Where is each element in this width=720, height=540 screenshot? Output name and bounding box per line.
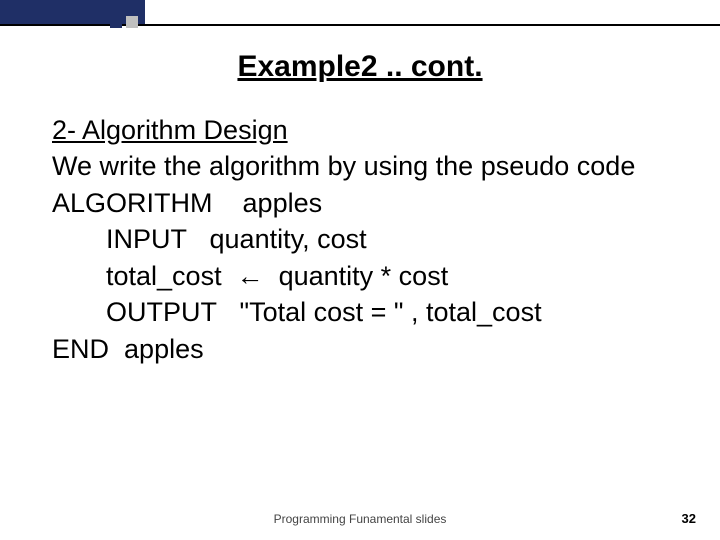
section-heading: 2- Algorithm Design	[52, 112, 672, 148]
slide: Example2 .. cont. 2- Algorithm Design We…	[0, 0, 720, 540]
output-keyword: OUTPUT	[106, 297, 217, 327]
square-icon	[110, 16, 122, 28]
pseudo-line-output: OUTPUT "Total cost = " , total_cost	[52, 294, 672, 330]
top-rule	[0, 24, 720, 26]
assign-rhs: quantity * cost	[279, 261, 449, 291]
pseudo-line-algorithm: ALGORITHM apples	[52, 185, 672, 221]
square-icon	[126, 16, 138, 28]
left-arrow-icon: ←	[237, 261, 264, 291]
input-keyword: INPUT	[106, 224, 187, 254]
algorithm-keyword: ALGORITHM	[52, 188, 213, 218]
assign-lhs: total_cost	[106, 261, 222, 291]
accent-bar	[0, 0, 145, 24]
end-keyword: END	[52, 334, 109, 364]
page-number: 32	[682, 511, 696, 526]
pseudo-line-assign: total_cost ← quantity * cost	[52, 258, 672, 294]
pseudo-line-end: END apples	[52, 331, 672, 367]
input-args: quantity, cost	[210, 224, 367, 254]
pseudo-line-input: INPUT quantity, cost	[52, 221, 672, 257]
footer-text: Programming Funamental slides	[0, 512, 720, 526]
end-name: apples	[124, 334, 204, 364]
intro-text: We write the algorithm by using the pseu…	[52, 148, 672, 184]
slide-body: 2- Algorithm Design We write the algorit…	[52, 112, 672, 367]
slide-title: Example2 .. cont.	[0, 50, 720, 84]
algorithm-name: apples	[243, 188, 323, 218]
output-args: "Total cost = " , total_cost	[240, 297, 542, 327]
